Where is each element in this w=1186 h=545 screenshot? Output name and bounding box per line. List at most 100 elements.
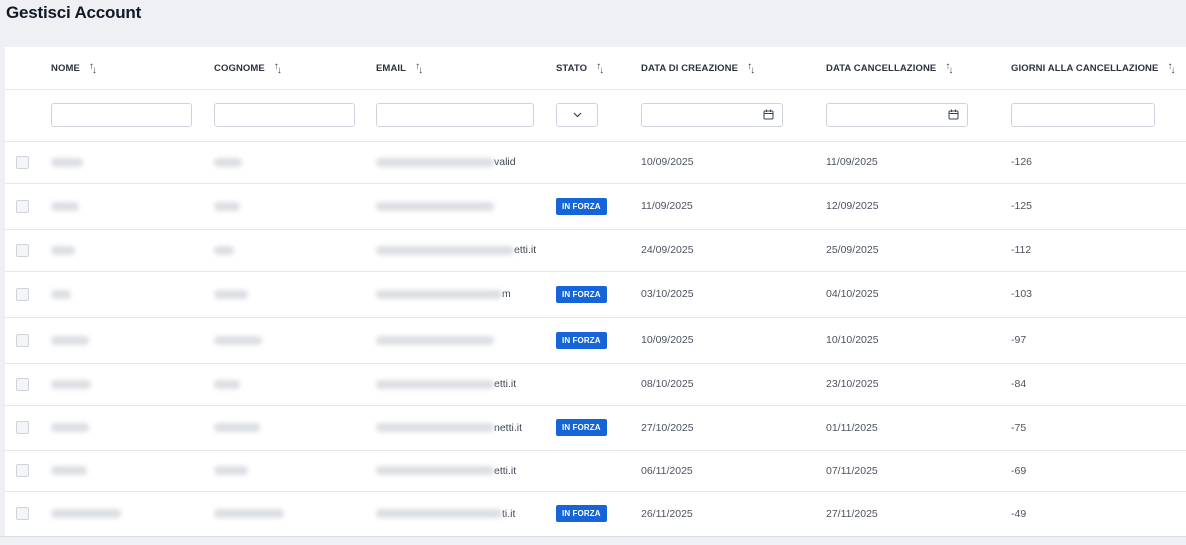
table-row[interactable]: IN FORZA 10/09/2025 10/10/2025 -97 bbox=[5, 317, 1186, 364]
column-header-giorni[interactable]: GIORNI ALLA CANCELLAZIONE ↑↓ bbox=[1011, 47, 1175, 89]
table-row[interactable]: IN FORZA 11/09/2025 12/09/2025 -125 bbox=[5, 183, 1186, 230]
row-checkbox[interactable] bbox=[16, 333, 29, 347]
cell-data-creazione: 06/11/2025 bbox=[641, 464, 693, 477]
cell-data-creazione: 11/09/2025 bbox=[641, 200, 693, 212]
sort-arrows-icon[interactable]: ↑↓ bbox=[89, 61, 97, 76]
table-row[interactable]: valid 10/09/2025 11/09/2025 -126 bbox=[5, 141, 1186, 184]
row-checkbox[interactable] bbox=[16, 287, 29, 301]
row-checkbox[interactable] bbox=[16, 377, 29, 391]
sort-arrows-icon[interactable]: ↑↓ bbox=[945, 61, 953, 76]
cell-data-cancellazione: 04/10/2025 bbox=[826, 288, 879, 300]
status-badge: IN FORZA bbox=[556, 419, 607, 436]
row-checkbox[interactable] bbox=[16, 507, 29, 520]
redacted-cognome bbox=[214, 335, 262, 345]
calendar-icon[interactable] bbox=[763, 109, 774, 120]
email-visible-suffix: etti.it bbox=[514, 244, 537, 256]
divider bbox=[0, 536, 1186, 537]
column-header-email[interactable]: EMAIL ↑↓ bbox=[376, 47, 423, 89]
accounts-table: NOME ↑↓ COGNOME ↑↓ EMAIL ↑↓ STATO ↑↓ DAT… bbox=[5, 47, 1186, 537]
column-header-stato[interactable]: STATO ↑↓ bbox=[556, 47, 604, 89]
table-filter-row bbox=[5, 89, 1186, 142]
filter-data-cancellazione-input[interactable] bbox=[826, 103, 968, 127]
cell-data-cancellazione: 07/11/2025 bbox=[826, 464, 878, 477]
sort-arrows-icon[interactable]: ↑↓ bbox=[596, 61, 604, 76]
redacted-email bbox=[376, 423, 494, 432]
calendar-icon[interactable] bbox=[948, 109, 959, 120]
filter-giorni-input[interactable] bbox=[1011, 103, 1155, 127]
filter-stato-select[interactable] bbox=[556, 103, 598, 127]
column-header-data-creazione[interactable]: DATA DI CREAZIONE ↑↓ bbox=[641, 47, 755, 89]
redacted-cognome bbox=[214, 157, 242, 167]
cell-data-cancellazione: 12/09/2025 bbox=[826, 200, 879, 212]
redacted-email bbox=[376, 289, 502, 299]
redacted-nome bbox=[51, 466, 87, 475]
filter-cognome-input[interactable] bbox=[214, 103, 355, 127]
redacted-nome bbox=[51, 289, 71, 299]
table-row[interactable]: netti.it IN FORZA 27/10/2025 01/11/2025 -75 bbox=[5, 405, 1186, 451]
sort-arrows-icon[interactable]: ↑↓ bbox=[1167, 61, 1175, 76]
cell-data-creazione: 03/10/2025 bbox=[641, 288, 694, 300]
email-visible-suffix: valid bbox=[494, 156, 516, 168]
sort-arrows-icon[interactable]: ↑↓ bbox=[274, 61, 282, 76]
sort-arrows-icon[interactable]: ↑↓ bbox=[747, 61, 755, 76]
redacted-nome bbox=[51, 335, 89, 345]
email-visible-suffix: etti.it bbox=[494, 378, 517, 390]
sort-arrows-icon[interactable]: ↑↓ bbox=[415, 61, 423, 76]
table-row[interactable]: etti.it 08/10/2025 23/10/2025 -84 bbox=[5, 363, 1186, 406]
cell-data-creazione: 10/09/2025 bbox=[641, 156, 694, 168]
table-row[interactable]: m IN FORZA 03/10/2025 04/10/2025 -103 bbox=[5, 271, 1186, 318]
redacted-nome bbox=[51, 201, 79, 211]
redacted-nome bbox=[51, 423, 89, 432]
cell-data-cancellazione: 11/09/2025 bbox=[826, 156, 878, 168]
status-badge: IN FORZA bbox=[556, 505, 607, 522]
redacted-cognome bbox=[214, 289, 248, 299]
cell-giorni: -84 bbox=[1011, 378, 1027, 390]
table-row[interactable]: etti.it 06/11/2025 07/11/2025 -69 bbox=[5, 450, 1186, 492]
redacted-cognome bbox=[214, 509, 284, 518]
row-checkbox[interactable] bbox=[16, 199, 29, 213]
row-checkbox[interactable] bbox=[16, 421, 29, 434]
chevron-down-icon bbox=[573, 112, 581, 118]
cell-data-creazione: 27/10/2025 bbox=[641, 421, 694, 434]
redacted-email bbox=[376, 201, 494, 211]
cell-giorni: -103 bbox=[1011, 288, 1033, 300]
cell-giorni: -49 bbox=[1011, 507, 1027, 520]
redacted-nome bbox=[51, 157, 83, 167]
redacted-nome bbox=[51, 509, 121, 518]
redacted-cognome bbox=[214, 423, 260, 432]
status-badge: IN FORZA bbox=[556, 285, 607, 303]
email-visible-suffix: etti.it bbox=[494, 464, 517, 477]
filter-email-input[interactable] bbox=[376, 103, 534, 127]
column-header-nome[interactable]: NOME ↑↓ bbox=[51, 47, 97, 89]
cell-giorni: -69 bbox=[1011, 464, 1027, 477]
table-row[interactable]: etti.it 24/09/2025 25/09/2025 -112 bbox=[5, 229, 1186, 272]
cell-data-creazione: 10/09/2025 bbox=[641, 334, 694, 346]
cell-data-creazione: 26/11/2025 bbox=[641, 507, 693, 520]
row-checkbox[interactable] bbox=[16, 464, 29, 477]
status-badge: IN FORZA bbox=[556, 197, 607, 215]
filter-data-creazione-input[interactable] bbox=[641, 103, 783, 127]
redacted-nome bbox=[51, 245, 75, 255]
table-header-row: NOME ↑↓ COGNOME ↑↓ EMAIL ↑↓ STATO ↑↓ DAT… bbox=[5, 47, 1186, 90]
redacted-email bbox=[376, 245, 514, 255]
cell-data-cancellazione: 10/10/2025 bbox=[826, 334, 879, 346]
cell-giorni: -112 bbox=[1011, 244, 1032, 256]
status-badge: IN FORZA bbox=[556, 331, 607, 349]
column-header-data-cancellazione[interactable]: DATA CANCELLAZIONE ↑↓ bbox=[826, 47, 953, 89]
redacted-email bbox=[376, 466, 494, 475]
redacted-email bbox=[376, 335, 494, 345]
email-visible-suffix: m bbox=[502, 288, 511, 300]
page-title: Gestisci Account bbox=[6, 3, 142, 22]
cell-data-cancellazione: 25/09/2025 bbox=[826, 244, 879, 256]
redacted-cognome bbox=[214, 466, 248, 475]
row-checkbox[interactable] bbox=[16, 243, 29, 257]
cell-data-cancellazione: 23/10/2025 bbox=[826, 378, 879, 390]
cell-giorni: -75 bbox=[1011, 421, 1027, 434]
filter-nome-input[interactable] bbox=[51, 103, 192, 127]
cell-giorni: -126 bbox=[1011, 156, 1033, 168]
row-checkbox[interactable] bbox=[16, 155, 29, 169]
column-header-cognome[interactable]: COGNOME ↑↓ bbox=[214, 47, 282, 89]
cell-data-cancellazione: 27/11/2025 bbox=[826, 507, 878, 520]
table-row[interactable]: ti.it IN FORZA 26/11/2025 27/11/2025 -49 bbox=[5, 491, 1186, 537]
email-visible-suffix: ti.it bbox=[502, 507, 516, 520]
